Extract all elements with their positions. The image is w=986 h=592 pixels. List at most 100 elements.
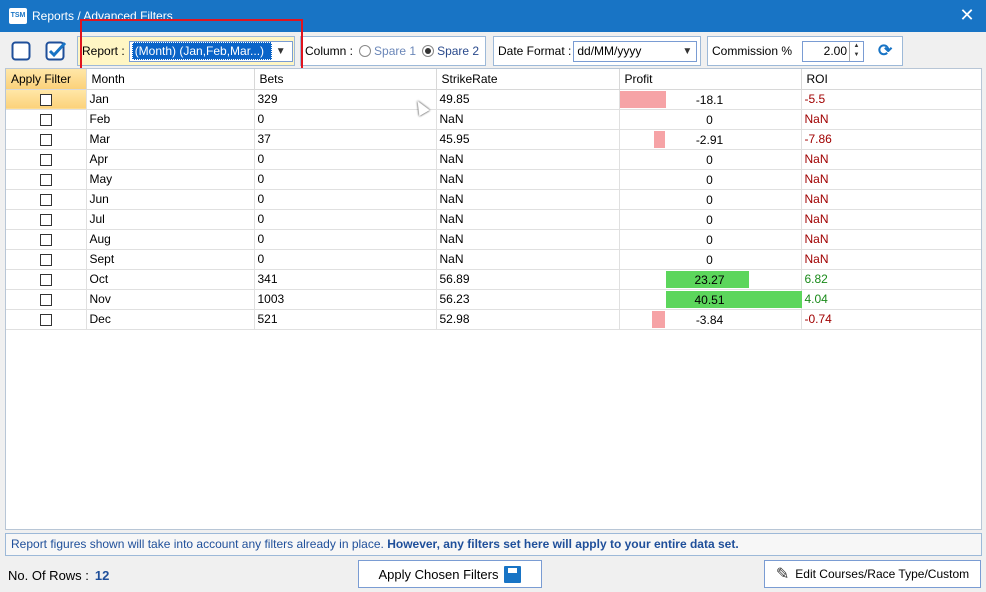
table-row[interactable]: May 0 NaN 0 NaN xyxy=(6,169,981,190)
spare2-radio[interactable]: Spare 2 xyxy=(422,44,479,58)
col-header-apply-filter[interactable]: Apply Filter xyxy=(6,69,87,90)
col-header-roi[interactable]: ROI xyxy=(801,69,981,90)
apply-filter-checkbox[interactable] xyxy=(39,173,52,186)
strikerate-cell: NaN xyxy=(436,169,620,190)
table-row[interactable]: Nov 1003 56.23 40.51 4.04 xyxy=(6,289,981,310)
table-row[interactable]: Jul 0 NaN 0 NaN xyxy=(6,209,981,230)
month-cell: Jan xyxy=(86,89,255,110)
refresh-icon[interactable]: ⟳ xyxy=(878,41,892,61)
strikerate-cell: NaN xyxy=(436,209,620,230)
table-row[interactable]: Dec 521 52.98 -3.84 -0.74 xyxy=(6,309,981,330)
roi-cell: 6.82 xyxy=(801,269,981,290)
apply-filter-checkbox[interactable] xyxy=(39,233,52,246)
month-cell: Aug xyxy=(86,229,255,250)
table-row[interactable]: Mar 37 45.95 -2.91 -7.86 xyxy=(6,129,981,150)
apply-filter-checkbox[interactable] xyxy=(39,253,52,266)
col-header-bets[interactable]: Bets xyxy=(254,69,437,90)
info-note-bold: However, any filters set here will apply… xyxy=(387,537,739,551)
report-group: Report : (Month) (Jan,Feb,Mar...) ▼ xyxy=(77,36,295,66)
roi-cell: NaN xyxy=(801,229,981,250)
apply-filter-checkbox[interactable] xyxy=(39,133,52,146)
bets-cell: 0 xyxy=(254,209,437,230)
table-row[interactable]: Feb 0 NaN 0 NaN xyxy=(6,109,981,130)
report-selected-value: (Month) (Jan,Feb,Mar...) xyxy=(131,42,272,60)
edit-courses-button[interactable]: ✎ Edit Courses/Race Type/Custom xyxy=(764,560,981,588)
apply-filter-checkbox[interactable] xyxy=(39,113,52,126)
roi-cell: NaN xyxy=(801,149,981,170)
roi-cell: NaN xyxy=(801,249,981,270)
month-cell: May xyxy=(86,169,255,190)
apply-chosen-filters-button[interactable]: Apply Chosen Filters xyxy=(358,560,542,588)
bets-cell: 1003 xyxy=(254,289,437,310)
strikerate-cell: 56.23 xyxy=(436,289,620,310)
bets-cell: 521 xyxy=(254,309,437,330)
profit-cell: 0 xyxy=(619,229,802,250)
bets-cell: 0 xyxy=(254,189,437,210)
profit-cell: 23.27 xyxy=(619,269,802,290)
month-cell: Jun xyxy=(86,189,255,210)
spare1-radio[interactable]: Spare 1 xyxy=(359,44,416,58)
apply-filter-checkbox[interactable] xyxy=(39,213,52,226)
chevron-up-icon[interactable]: ▲ xyxy=(850,42,863,52)
uncheck-all-button[interactable] xyxy=(6,38,36,64)
apply-filter-cell xyxy=(6,149,87,170)
month-cell: Nov xyxy=(86,289,255,310)
strikerate-cell: 56.89 xyxy=(436,269,620,290)
profit-value: 0 xyxy=(706,112,713,127)
apply-filter-checkbox[interactable] xyxy=(39,93,52,106)
profit-value: -2.91 xyxy=(695,132,724,147)
roi-cell: NaN xyxy=(801,109,981,130)
strikerate-cell: 49.85 xyxy=(436,89,620,110)
close-icon[interactable]: ✕ xyxy=(956,4,978,26)
month-cell: Apr xyxy=(86,149,255,170)
table-row[interactable]: Jun 0 NaN 0 NaN xyxy=(6,189,981,210)
chevron-down-icon[interactable]: ▼ xyxy=(850,51,863,61)
table-row[interactable]: Aug 0 NaN 0 NaN xyxy=(6,229,981,250)
month-cell: Feb xyxy=(86,109,255,130)
info-bar: Report figures shown will take into acco… xyxy=(5,533,982,556)
roi-cell: NaN xyxy=(801,169,981,190)
profit-value: 0 xyxy=(706,232,713,247)
apply-filter-checkbox[interactable] xyxy=(39,193,52,206)
apply-filter-checkbox[interactable] xyxy=(39,153,52,166)
table-row[interactable]: Jan 329 49.85 -18.1 -5.5 xyxy=(6,89,981,110)
roi-cell: 4.04 xyxy=(801,289,981,310)
check-all-button[interactable] xyxy=(41,38,71,64)
col-header-month[interactable]: Month xyxy=(86,69,255,90)
bets-cell: 0 xyxy=(254,229,437,250)
save-icon xyxy=(504,565,522,583)
info-note: Report figures shown will take into acco… xyxy=(11,537,384,551)
table-row[interactable]: Apr 0 NaN 0 NaN xyxy=(6,149,981,170)
month-cell: Jul xyxy=(86,209,255,230)
apply-filter-checkbox[interactable] xyxy=(39,293,52,306)
apply-filter-cell xyxy=(6,89,87,110)
spare1-label: Spare 1 xyxy=(374,44,417,58)
report-dropdown[interactable]: (Month) (Jan,Feb,Mar...) ▼ xyxy=(128,40,293,62)
commission-stepper[interactable]: 2.00 ▲ ▼ xyxy=(802,40,865,62)
stepper-arrows[interactable]: ▲ ▼ xyxy=(849,41,863,61)
commission-group: Commission % 2.00 ▲ ▼ ⟳ xyxy=(707,36,903,66)
col-header-profit[interactable]: Profit xyxy=(619,69,802,90)
radio-unselected-icon xyxy=(359,45,372,57)
col-header-strikerate[interactable]: StrikeRate xyxy=(436,69,620,90)
table-row[interactable]: Sept 0 NaN 0 NaN xyxy=(6,249,981,270)
empty-checkbox-icon xyxy=(11,41,31,61)
profit-cell: 40.51 xyxy=(619,289,802,310)
apply-filter-cell xyxy=(6,189,87,210)
profit-cell: 0 xyxy=(619,169,802,190)
profit-value: 40.51 xyxy=(694,292,725,307)
profit-cell: 0 xyxy=(619,149,802,170)
apply-filter-checkbox[interactable] xyxy=(39,313,52,326)
date-format-value: dd/MM/yyyy xyxy=(577,44,642,58)
toolbar: Report : (Month) (Jan,Feb,Mar...) ▼ Colu… xyxy=(0,34,986,98)
date-format-label: Date Format : xyxy=(498,44,572,58)
apply-filter-cell xyxy=(6,209,87,230)
edit-button-label: Edit Courses/Race Type/Custom xyxy=(795,567,970,581)
profit-value: 0 xyxy=(706,192,713,207)
column-label: Column : xyxy=(305,44,354,58)
strikerate-cell: 52.98 xyxy=(436,309,620,330)
date-format-dropdown[interactable]: dd/MM/yyyy ▼ xyxy=(573,40,698,62)
column-group: Column : Spare 1 Spare 2 xyxy=(300,36,486,66)
table-row[interactable]: Oct 341 56.89 23.27 6.82 xyxy=(6,269,981,290)
apply-filter-checkbox[interactable] xyxy=(39,273,52,286)
